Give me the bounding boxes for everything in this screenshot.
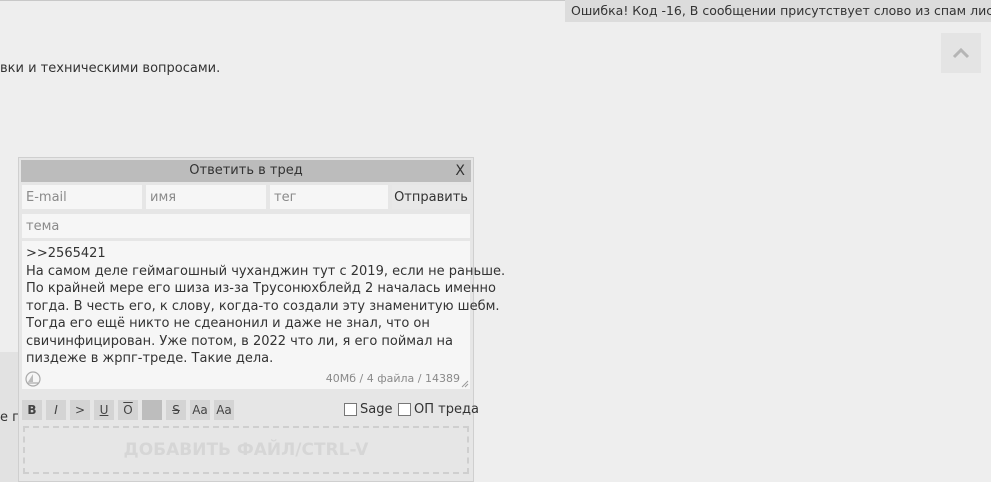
bold-button[interactable]: B (22, 400, 42, 420)
sage-box[interactable] (344, 403, 357, 416)
subject-field[interactable] (22, 214, 470, 238)
message-line: Тогда его ещё никто не сдеанонил и даже … (26, 316, 430, 331)
message-status: 40Мб / 4 файла / 14389 (325, 372, 460, 385)
background-text-2: е г (0, 410, 19, 425)
message-line: тогда. В честь его, к слову, когда-то со… (26, 298, 500, 314)
sage-checkbox[interactable]: Sage (344, 402, 392, 417)
superscript-button[interactable]: Aa (190, 400, 210, 420)
resize-handle-icon[interactable] (461, 380, 469, 388)
message-footer: 40Мб / 4 файла / 14389 (22, 371, 470, 389)
subscript-button[interactable]: Aa (214, 400, 234, 420)
message-line: На самом деле геймагошный чуханджин тут … (26, 263, 506, 279)
underline-button[interactable]: U (94, 400, 114, 420)
message-line: По крайней мере его шиза из-за Трусонюхб… (26, 281, 496, 296)
quote-button[interactable]: > (70, 400, 90, 420)
op-checkbox[interactable]: ОП треда (398, 402, 479, 417)
close-button[interactable]: X (455, 160, 465, 182)
op-label: ОП треда (414, 402, 479, 417)
background-text: вки и техническими вопросами. (0, 61, 221, 76)
reply-form-header[interactable]: Ответить в тред X (21, 160, 471, 182)
spoiler-button[interactable] (142, 400, 162, 420)
name-field[interactable] (146, 185, 266, 209)
error-banner: Ошибка! Код -16, В сообщении присутствуе… (565, 0, 991, 22)
sail-icon[interactable] (24, 371, 42, 387)
top-divider (0, 0, 565, 1)
message-textarea[interactable]: >>2565421 На самом деле геймагошный чуха… (22, 241, 506, 389)
message-line: свичинфицирован. Уже потом, в 2022 что л… (26, 333, 453, 349)
message-line: >>2565421 (26, 246, 106, 261)
overline-button[interactable]: O (118, 400, 138, 420)
sage-label: Sage (360, 402, 393, 417)
tag-field[interactable] (270, 185, 388, 209)
op-box[interactable] (398, 403, 411, 416)
reply-form: Ответить в тред X Отправить >>2565421 На… (18, 157, 506, 482)
send-button[interactable]: Отправить (392, 185, 470, 209)
italic-button[interactable]: I (46, 400, 66, 420)
file-dropzone[interactable]: ДОБАВИТЬ ФАЙЛ/CTRL-V (23, 426, 469, 474)
email-field[interactable] (22, 185, 142, 209)
message-line: пиздеже в жрпг-треде. Такие дела. (26, 351, 274, 366)
chevron-up-icon (952, 47, 970, 59)
reply-form-title: Ответить в тред (189, 163, 303, 178)
strike-button[interactable]: S (166, 400, 186, 420)
scroll-top-button[interactable] (941, 33, 981, 73)
